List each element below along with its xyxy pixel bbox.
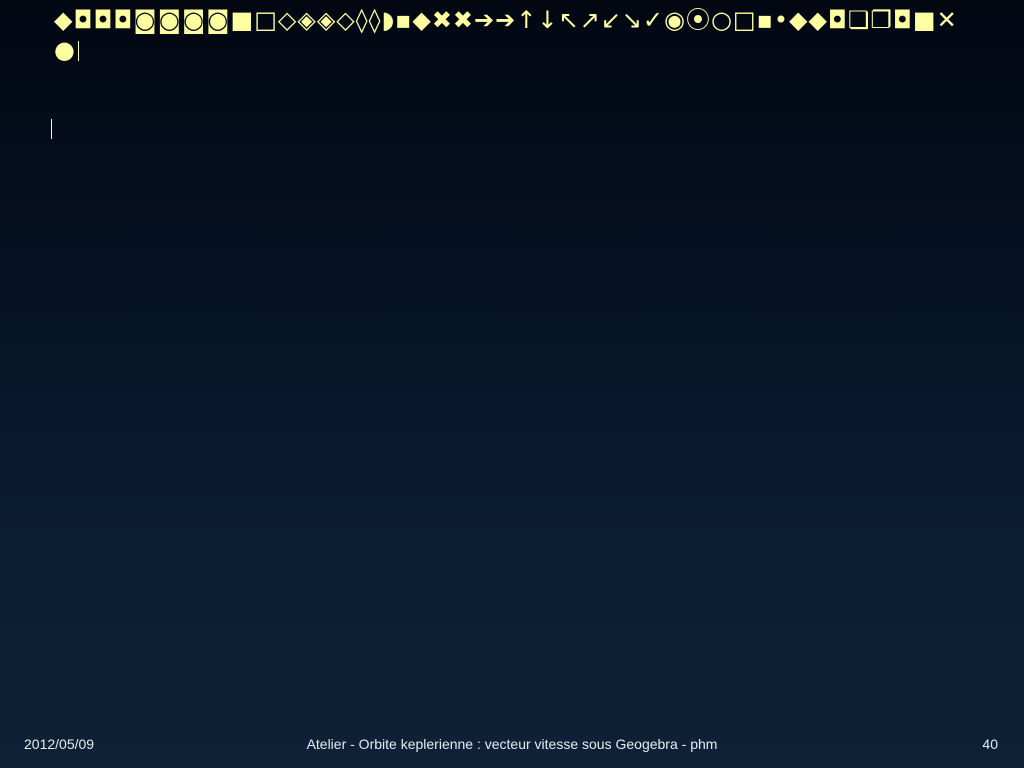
slide-title-symbols[interactable]: ◆◘◘◘◙◙◙◙■□◇◈◈◇◊◊◗▪◆✖✖➔➔↑↓↖↗↙↘✓◉⦿○□▪•◆◆◘❏… [54,5,974,65]
title-text-cursor [77,41,79,61]
footer-title: Atelier - Orbite keplerienne : vecteur v… [306,736,718,752]
footer-page-number: 40 [982,736,998,752]
body-text-cursor[interactable] [51,119,52,139]
slide-footer: 2012/05/09 Atelier - Orbite keplerienne … [0,736,1024,756]
title-symbol-text: ◆◘◘◘◙◙◙◙■□◇◈◈◇◊◊◗▪◆✖✖➔➔↑↓↖↗↙↘✓◉⦿○□▪•◆◆◘❏… [54,6,958,64]
presentation-slide: ◆◘◘◘◙◙◙◙■□◇◈◈◇◊◊◗▪◆✖✖➔➔↑↓↖↗↙↘✓◉⦿○□▪•◆◆◘❏… [0,0,1024,768]
